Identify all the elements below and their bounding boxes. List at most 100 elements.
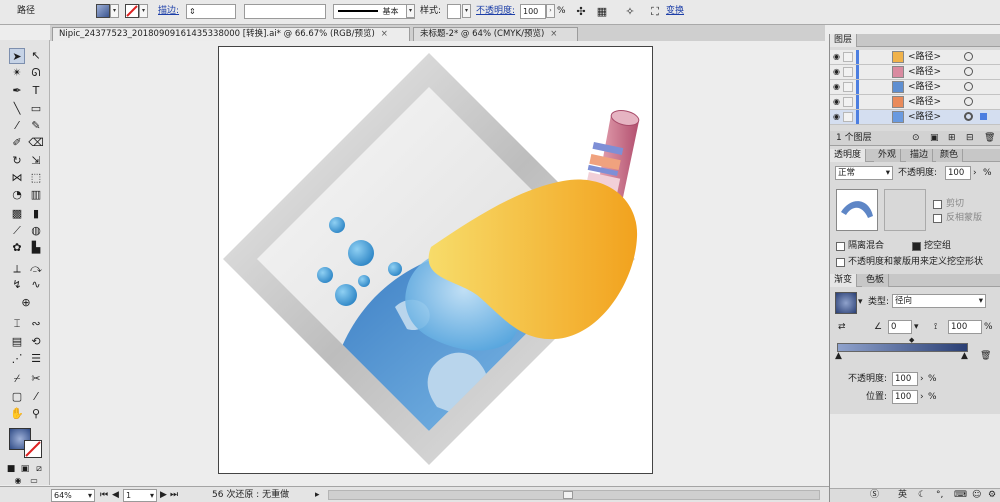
crosshair-tool-icon[interactable]: ⊕	[18, 295, 34, 311]
stroke-weight-field[interactable]: ⇕	[186, 4, 236, 19]
eye-icon[interactable]: ◉	[833, 52, 840, 61]
document-tab-1[interactable]: Nipic_24377523_20180909161435338000 [转换]…	[52, 27, 410, 41]
angle-field[interactable]: 0	[888, 320, 912, 334]
clip-mask-icon[interactable]: ▣	[930, 132, 939, 145]
opacity-mask-checkbox[interactable]	[836, 258, 845, 267]
lock-toggle[interactable]	[843, 67, 853, 77]
isolate-icon[interactable]: ✧	[622, 4, 638, 20]
style-dropdown[interactable]: ▾	[462, 4, 471, 18]
anchor-tool-icon[interactable]: ↯	[9, 277, 25, 293]
graph-tool-icon[interactable]: ▤	[9, 334, 25, 350]
perspective-grid-tool-icon[interactable]: ▥	[28, 187, 44, 203]
pen-tool-icon[interactable]: ✒	[9, 83, 25, 99]
list-tool-icon[interactable]: ☰	[28, 351, 44, 367]
scissors-tool-icon[interactable]: ✂	[28, 371, 44, 387]
opacity-field[interactable]: 100	[520, 4, 546, 19]
draw-mode-icon[interactable]: ◉	[12, 477, 24, 485]
invert-mask-checkbox[interactable]	[933, 214, 942, 223]
line-tool-icon[interactable]: ╲	[9, 101, 25, 117]
artboard[interactable]	[218, 46, 653, 474]
canvas-area[interactable]	[50, 41, 825, 486]
ime-icon[interactable]: Ⓢ	[870, 489, 879, 502]
pencil-tool-icon[interactable]: ✎	[28, 118, 44, 134]
document-tab-2[interactable]: 未标题-2* @ 64% (CMYK/预览) ×	[413, 27, 578, 41]
magic-wand-tool-icon[interactable]: ✴	[9, 65, 25, 81]
gradient-slider[interactable]	[837, 343, 968, 352]
twirl-tool-icon[interactable]: ⟲	[28, 334, 44, 350]
brush-definition-field[interactable]: 基本	[333, 4, 415, 19]
type-tool-icon[interactable]: T	[28, 83, 44, 99]
style-swatch[interactable]	[447, 4, 461, 19]
list-item[interactable]: ◉ <路径>	[830, 80, 1000, 95]
settings-icon[interactable]: ⚙	[988, 489, 996, 502]
shape-builder-tool-icon[interactable]: ◔	[9, 187, 25, 203]
lock-toggle[interactable]	[843, 112, 853, 122]
lock-toggle[interactable]	[843, 82, 853, 92]
eyedropper-tool-icon[interactable]: ⟋	[9, 223, 25, 239]
lock-toggle[interactable]	[843, 97, 853, 107]
selection-square-icon[interactable]	[980, 113, 987, 120]
variable-width-field[interactable]	[244, 4, 326, 19]
gradient-mode-icon[interactable]: ▣	[19, 463, 31, 475]
aspect-ratio-field[interactable]: 100	[948, 320, 982, 334]
delete-stop-icon[interactable]: 🗑	[980, 350, 991, 363]
chevron-down-icon[interactable]: ▾	[858, 296, 863, 309]
tab-appearance[interactable]: 外观	[874, 149, 902, 162]
close-icon[interactable]: ×	[550, 29, 557, 39]
rectangle-tool-icon[interactable]: ▭	[28, 101, 44, 117]
print-tiling-tool-icon[interactable]: ▢	[9, 389, 25, 405]
recolor-icon[interactable]: ✣	[573, 4, 589, 20]
direct-selection-tool-icon[interactable]: ↖	[28, 48, 44, 64]
lock-toggle[interactable]	[843, 52, 853, 62]
layer-name[interactable]: <路径>	[908, 66, 941, 78]
new-sublayer-icon[interactable]: ⊞	[948, 132, 956, 145]
stop-opacity-field[interactable]: 100	[892, 372, 918, 386]
target-icon[interactable]	[964, 52, 973, 61]
stop-location-field[interactable]: 100	[892, 390, 918, 404]
artboard-tool-icon[interactable]: ⌶	[9, 316, 25, 332]
zoom-tool-icon[interactable]: ⚲	[28, 406, 44, 422]
screen-mode-icon[interactable]: ▭	[28, 477, 40, 485]
stroke-link[interactable]: 描边:	[158, 4, 179, 19]
transform-link[interactable]: 变换	[666, 4, 684, 19]
layer-name[interactable]: <路径>	[908, 81, 941, 93]
rotate-tool-icon[interactable]: ↻	[9, 153, 25, 169]
target-icon[interactable]	[964, 67, 973, 76]
clip-checkbox[interactable]	[933, 200, 942, 209]
gradient-midpoint[interactable]: ◆	[909, 334, 914, 347]
punctuation-icon[interactable]: °,	[936, 489, 943, 502]
gradient-tool-icon[interactable]: ▮	[28, 206, 44, 222]
first-page-icon[interactable]: ⏮	[100, 488, 108, 502]
next-page-icon[interactable]: ▶	[160, 488, 167, 502]
gradient-type-select[interactable]: 径向 ▾	[892, 294, 986, 308]
brush-dropdown[interactable]: ▾	[406, 4, 415, 18]
brush-tool-icon[interactable]: ⁄	[9, 118, 25, 134]
new-layer-icon[interactable]: ⊟	[966, 132, 974, 145]
free-transform-tool-icon[interactable]: ⬚	[28, 170, 44, 186]
tab-gradient[interactable]: 渐变	[830, 274, 858, 287]
eye-icon[interactable]: ◉	[833, 82, 840, 91]
tab-color[interactable]: 颜色	[936, 149, 964, 162]
list-item[interactable]: ◉ <路径>	[830, 50, 1000, 65]
target-icon[interactable]	[964, 82, 973, 91]
slice-tool-icon[interactable]: ⌿	[9, 371, 25, 387]
list-item[interactable]: ◉ <路径>	[830, 110, 1000, 125]
chevron-right-icon[interactable]: ›	[920, 391, 924, 404]
fill-dropdown[interactable]: ▾	[110, 4, 119, 18]
none-mode-icon[interactable]: ⧄	[33, 463, 45, 475]
warp-tool-icon[interactable]: ∾	[28, 316, 44, 332]
status-menu-icon[interactable]: ▸	[315, 488, 320, 502]
list-item[interactable]: ◉ <路径>	[830, 65, 1000, 80]
close-icon[interactable]: ×	[381, 29, 388, 39]
keyboard-icon[interactable]: ⌨	[954, 489, 967, 502]
blend-mode-select[interactable]: 正常 ▾	[835, 166, 893, 180]
reverse-gradient-icon[interactable]: ⇄	[838, 321, 846, 334]
opacity-link[interactable]: 不透明度:	[476, 4, 515, 19]
column-graph-tool-icon[interactable]: ▙	[28, 240, 44, 256]
gradient-swatch[interactable]	[835, 292, 857, 314]
curvature-tool-icon[interactable]: ⤼	[28, 261, 44, 277]
stroke-dropdown[interactable]: ▾	[139, 4, 148, 18]
layer-name[interactable]: <路径>	[908, 111, 941, 123]
knockout-group-checkbox[interactable]	[912, 242, 921, 251]
tab-stroke[interactable]: 描边	[906, 149, 934, 162]
